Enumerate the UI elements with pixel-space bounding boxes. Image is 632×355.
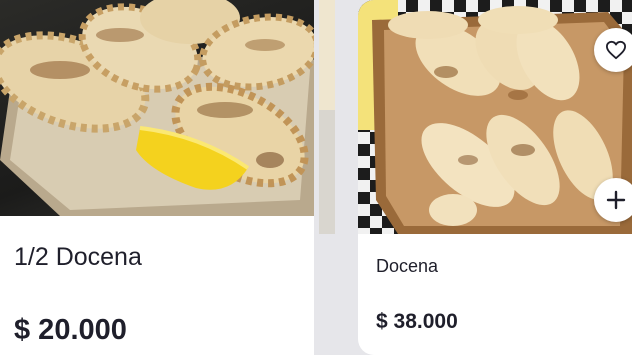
product-title: 1/2 Docena [14,243,142,271]
carousel-peek-image [319,0,335,234]
product-image-half-dozen [0,0,314,216]
product-price: $ 20.000 [14,314,127,346]
plus-icon [606,190,626,210]
product-price: $ 38.000 [376,310,458,333]
product-card-half-dozen[interactable]: 1/2 Docena $ 20.000 [0,0,314,355]
favorite-button[interactable] [594,28,632,72]
heart-icon [606,40,626,60]
product-image-dozen [358,0,632,234]
product-card-dozen[interactable]: Docena $ 38.000 [358,0,632,355]
add-to-cart-button[interactable] [594,178,632,222]
product-title: Docena [376,256,439,276]
